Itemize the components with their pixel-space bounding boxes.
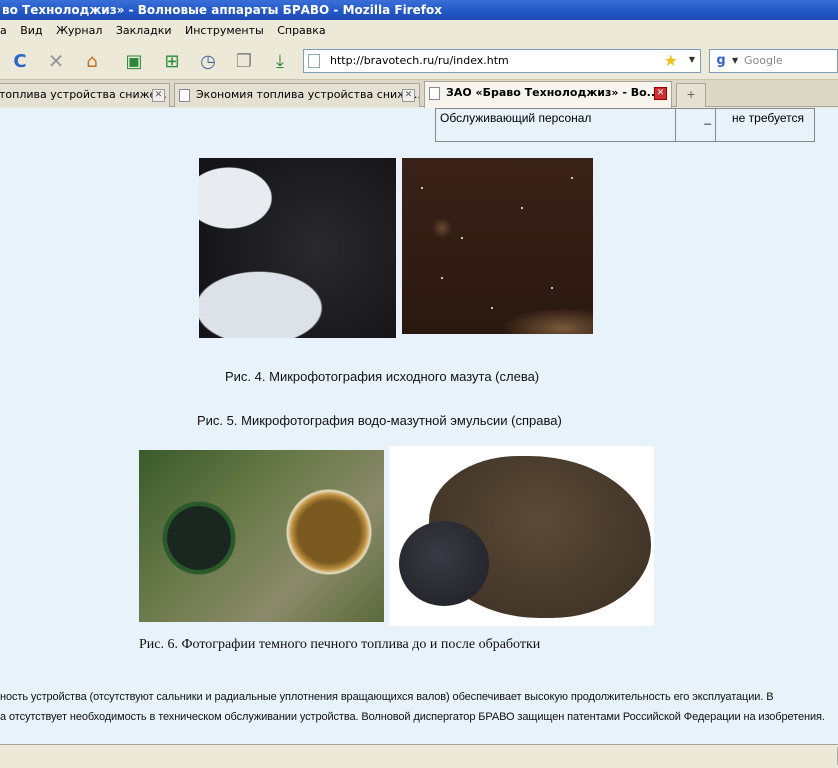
google-icon[interactable]: g: [712, 52, 730, 70]
search-input[interactable]: Google: [744, 54, 783, 67]
tab-1[interactable]: топлива устройства сниже... ✕: [0, 83, 170, 107]
menu-item-bookmarks[interactable]: Закладки: [116, 20, 178, 41]
body-text-line-1: ность устройства (отсутствуют сальники и…: [0, 691, 774, 703]
page-icon: [429, 86, 440, 100]
download-icon[interactable]: ⤓: [268, 49, 292, 73]
caption-fig5: Рис. 5. Микрофотография водо-мазутной эм…: [197, 413, 562, 428]
search-box[interactable]: g ▼ Google: [709, 49, 838, 73]
table-cell-label: Обслуживающий персонал: [436, 109, 676, 141]
new-tab-button[interactable]: +: [676, 83, 706, 107]
tab-label: Экономия топлива устройства сниже...: [196, 88, 420, 101]
new-tab-icon[interactable]: ⊞: [160, 49, 184, 73]
tab-label: топлива устройства сниже...: [0, 88, 167, 101]
close-tab-icon[interactable]: ✕: [654, 87, 667, 100]
microphoto-source-fuel-oil: [199, 158, 396, 338]
reload-icon[interactable]: C: [8, 49, 32, 73]
stop-icon[interactable]: ✕: [44, 49, 68, 73]
fuel-puddle-small: [399, 521, 489, 606]
spec-table-row: Обслуживающий персонал _ не требуется: [435, 108, 815, 142]
photo-fuel-puddle: [389, 446, 654, 626]
menu-item-file[interactable]: а: [0, 20, 13, 41]
bookmark-star-icon[interactable]: ★: [664, 51, 678, 70]
tab-2[interactable]: Экономия топлива устройства сниже... ✕: [174, 83, 420, 107]
menu-item-view[interactable]: Вид: [20, 20, 48, 41]
window-title: во Технолоджиз» - Волновые аппараты БРАВ…: [2, 3, 442, 17]
address-bar[interactable]: http://bravotech.ru/ru/index.htm ★ ▼: [303, 49, 701, 73]
microphoto-water-oil-emulsion: [402, 158, 593, 334]
close-tab-icon[interactable]: ✕: [152, 89, 165, 102]
history-icon[interactable]: ◷: [196, 49, 220, 73]
tab-label: ЗАО «Браво Технолоджиз» - Во...: [446, 86, 660, 99]
navigation-toolbar: C ✕ ⌂ ▣ ⊞ ◷ ❐ ⤓ http://bravotech.ru/ru/i…: [0, 41, 838, 80]
window-title-bar: во Технолоджиз» - Волновые аппараты БРАВ…: [0, 0, 838, 20]
menu-item-tools[interactable]: Инструменты: [185, 20, 270, 41]
table-cell-middle: _: [676, 109, 716, 141]
tab-bar: топлива устройства сниже... ✕ Экономия т…: [0, 80, 838, 108]
close-tab-icon[interactable]: ✕: [402, 89, 415, 102]
caption-fig4: Рис. 4. Микрофотография исходного мазута…: [225, 369, 540, 384]
menu-item-help[interactable]: Справка: [277, 20, 331, 41]
copy-icon[interactable]: ❐: [232, 49, 256, 73]
caption-fig6: Рис. 6. Фотографии темного печного топли…: [139, 637, 541, 652]
menu-item-history[interactable]: Журнал: [56, 20, 108, 41]
search-engine-dropdown-icon[interactable]: ▼: [732, 56, 738, 65]
table-cell-value: не требуется: [732, 111, 804, 125]
photo-fuel-jars: [139, 450, 384, 622]
status-bar: [0, 744, 838, 768]
new-window-icon[interactable]: ▣: [122, 49, 146, 73]
page-content: Обслуживающий персонал _ не требуется Ри…: [0, 108, 838, 744]
home-icon[interactable]: ⌂: [80, 49, 104, 73]
menu-bar: а Вид Журнал Закладки Инструменты Справк…: [0, 20, 838, 41]
page-icon: [179, 88, 190, 102]
tab-3-active[interactable]: ЗАО «Браво Технолоджиз» - Во... ✕: [424, 81, 672, 108]
url-text[interactable]: http://bravotech.ru/ru/index.htm: [330, 54, 509, 67]
dropdown-arrow-icon[interactable]: ▼: [689, 55, 695, 64]
page-icon: [308, 54, 320, 68]
body-text-line-2: а отсутствует необходимость в техническо…: [0, 711, 825, 723]
